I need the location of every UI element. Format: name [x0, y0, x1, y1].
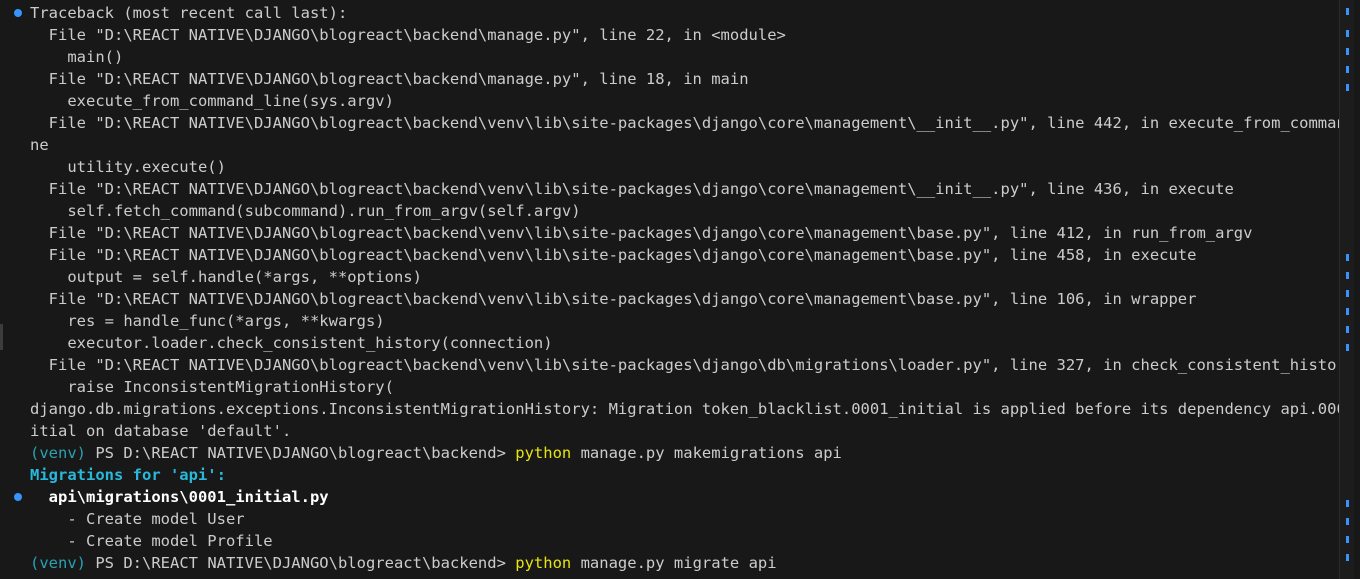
output-line: ne [30, 136, 49, 154]
command-args: manage.py makemigrations api [571, 444, 842, 462]
output-line: File "D:\REACT NATIVE\DJANGO\blogreact\b… [30, 246, 1197, 264]
scrollbar-marker [1346, 536, 1349, 543]
scrollbar-marker [1346, 8, 1349, 15]
output-line: File "D:\REACT NATIVE\DJANGO\blogreact\b… [30, 356, 1340, 374]
migration-operation: - Create model Profile [30, 532, 273, 550]
command-name: python [515, 554, 572, 572]
command-decoration-gutter [0, 0, 30, 579]
error-message-line: itial on database 'default'. [30, 422, 292, 440]
scrollbar-marker [1346, 308, 1349, 315]
scrollbar-marker [1346, 254, 1349, 261]
output-line: output = self.handle(*args, **options) [30, 268, 422, 286]
scrollbar-marker [1346, 84, 1349, 91]
prompt-path: PS D:\REACT NATIVE\DJANGO\blogreact\back… [86, 554, 516, 572]
scrollbar-marker [1346, 30, 1349, 37]
command-name: python [515, 444, 572, 462]
migration-file-path: api\migrations\0001_initial.py [30, 488, 329, 506]
prompt-path: PS D:\REACT NATIVE\DJANGO\blogreact\back… [86, 444, 516, 462]
migration-operation: - Create model User [30, 510, 245, 528]
scrollbar-marker [1346, 272, 1349, 279]
error-message-line: django.db.migrations.exceptions.Inconsis… [30, 400, 1340, 418]
output-line: self.fetch_command(subcommand).run_from_… [30, 202, 581, 220]
output-line: File "D:\REACT NATIVE\DJANGO\blogreact\b… [30, 70, 749, 88]
output-line: utility.execute() [30, 158, 226, 176]
command-decoration-icon[interactable] [14, 9, 22, 17]
panel-edge-marker [0, 324, 3, 350]
migrations-header: Migrations for 'api': [30, 466, 226, 484]
scrollbar-marker [1346, 66, 1349, 73]
scrollbar-marker [1346, 326, 1349, 333]
scrollbar-marker [1346, 48, 1349, 55]
output-line: File "D:\REACT NATIVE\DJANGO\blogreact\b… [30, 114, 1340, 132]
scrollbar-marker [1346, 344, 1349, 351]
output-line: File "D:\REACT NATIVE\DJANGO\blogreact\b… [30, 290, 1197, 308]
output-line: Traceback (most recent call last): [30, 4, 348, 22]
scrollbar-marker [1346, 500, 1349, 507]
output-line: File "D:\REACT NATIVE\DJANGO\blogreact\b… [30, 224, 1253, 242]
venv-indicator: (venv) [30, 554, 86, 572]
scrollbar-marker [1346, 554, 1349, 561]
terminal-panel[interactable]: Traceback (most recent call last): File … [0, 0, 1360, 579]
terminal-output[interactable]: Traceback (most recent call last): File … [30, 2, 1340, 574]
output-line: raise InconsistentMigrationHistory( [30, 378, 394, 396]
venv-indicator: (venv) [30, 444, 86, 462]
command-decoration-icon[interactable] [14, 493, 22, 501]
output-line: execute_from_command_line(sys.argv) [30, 92, 394, 110]
scrollbar-marker [1346, 290, 1349, 297]
output-line: executor.loader.check_consistent_history… [30, 334, 553, 352]
output-line: File "D:\REACT NATIVE\DJANGO\blogreact\b… [30, 26, 786, 44]
command-args: manage.py migrate api [571, 554, 777, 572]
command-prompt-line: (venv) PS D:\REACT NATIVE\DJANGO\blogrea… [30, 552, 1340, 574]
command-prompt-line: (venv) PS D:\REACT NATIVE\DJANGO\blogrea… [30, 442, 1340, 464]
output-line: res = handle_func(*args, **kwargs) [30, 312, 385, 330]
output-line: File "D:\REACT NATIVE\DJANGO\blogreact\b… [30, 180, 1234, 198]
scrollbar-marker [1346, 518, 1349, 525]
output-line: main() [30, 48, 124, 66]
